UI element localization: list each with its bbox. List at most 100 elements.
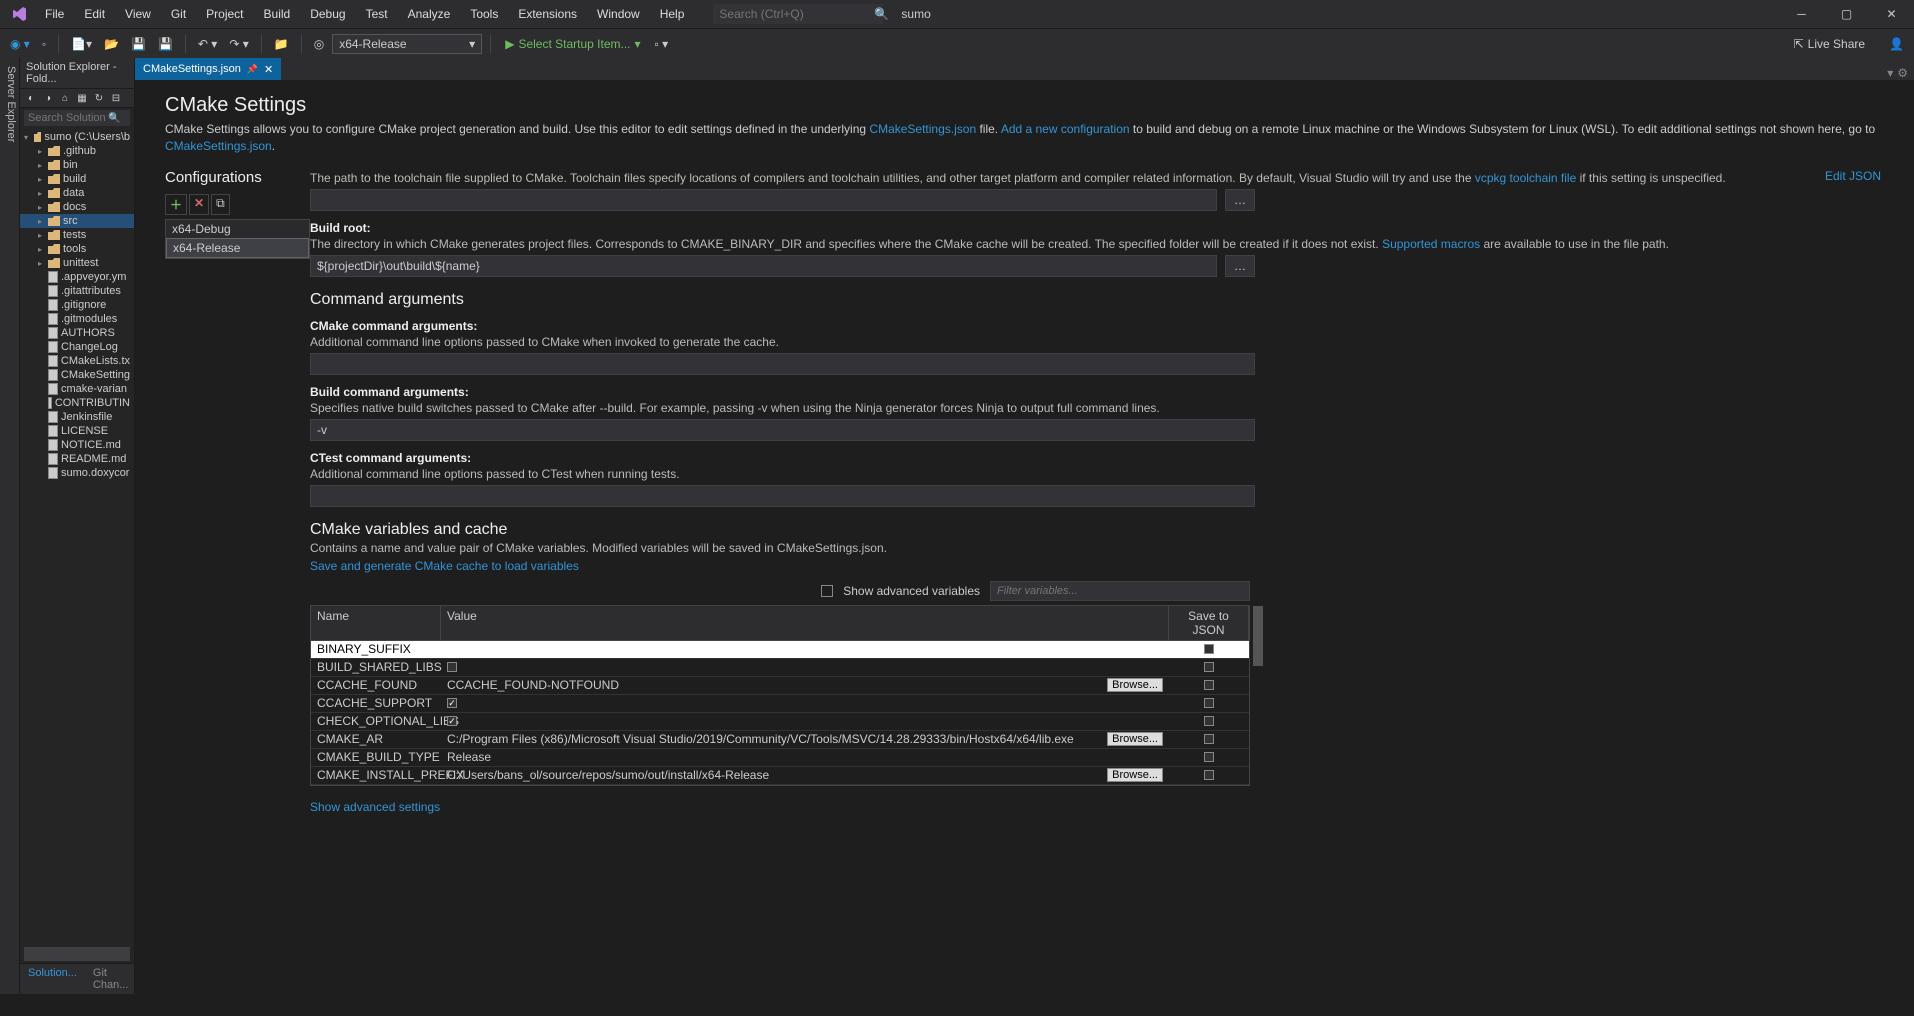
git-changes-tab[interactable]: Git Chan... bbox=[85, 964, 136, 994]
ctest-args-input[interactable] bbox=[310, 485, 1255, 507]
tab-dropdown-icon[interactable]: ▾ bbox=[1887, 66, 1893, 80]
tree-file[interactable]: README.md bbox=[20, 452, 134, 466]
save-checkbox[interactable] bbox=[1204, 662, 1214, 672]
start-button[interactable]: ▶ Select Startup Item... ▾ bbox=[499, 35, 646, 53]
tree-file[interactable]: Jenkinsfile bbox=[20, 410, 134, 424]
maximize-button[interactable]: ▢ bbox=[1824, 0, 1869, 28]
variable-row[interactable]: CCACHE_FOUNDCCACHE_FOUND-NOTFOUNDBrowse.… bbox=[311, 677, 1249, 695]
feedback-icon[interactable]: 👤 bbox=[1885, 35, 1908, 53]
save-checkbox[interactable] bbox=[1204, 716, 1214, 726]
folder-view-icon[interactable]: 📁 bbox=[270, 35, 293, 53]
menu-edit[interactable]: Edit bbox=[75, 3, 114, 25]
tree-file[interactable]: NOTICE.md bbox=[20, 438, 134, 452]
server-explorer-tab[interactable]: Server Explorer bbox=[3, 62, 19, 994]
menu-window[interactable]: Window bbox=[588, 3, 649, 25]
value-checkbox[interactable] bbox=[447, 698, 457, 708]
variable-row[interactable]: CMAKE_BUILD_TYPERelease bbox=[311, 749, 1249, 767]
menu-help[interactable]: Help bbox=[651, 3, 694, 25]
save-all-icon[interactable]: 💾 bbox=[154, 35, 177, 53]
pin-icon[interactable]: 📌 bbox=[247, 64, 258, 75]
solution-explorer-tab[interactable]: Solution... bbox=[20, 964, 85, 994]
variable-row[interactable]: CMAKE_INSTALL_PREFIXC:/Users/bans_ol/sou… bbox=[311, 767, 1249, 785]
menu-tools[interactable]: Tools bbox=[461, 3, 507, 25]
variable-row[interactable]: CMAKE_ARC:/Program Files (x86)/Microsoft… bbox=[311, 731, 1249, 749]
save-checkbox[interactable] bbox=[1204, 734, 1214, 744]
open-icon[interactable]: 📂 bbox=[100, 35, 123, 53]
value-checkbox[interactable] bbox=[447, 716, 457, 726]
refresh-icon[interactable]: ↻ bbox=[92, 91, 106, 105]
duplicate-config-button[interactable]: ⧉ bbox=[211, 194, 230, 215]
macros-link[interactable]: Supported macros bbox=[1382, 237, 1480, 251]
menu-view[interactable]: View bbox=[116, 3, 160, 25]
cmakesettings-link-2[interactable]: CMakeSettings.json bbox=[165, 139, 272, 153]
tab-settings-icon[interactable]: ⚙ bbox=[1897, 66, 1908, 80]
minimize-button[interactable]: ─ bbox=[1779, 0, 1824, 28]
tree-folder-build[interactable]: build bbox=[20, 172, 134, 186]
search-input[interactable] bbox=[719, 7, 874, 21]
add-config-button[interactable]: ＋ bbox=[165, 194, 187, 215]
menu-extensions[interactable]: Extensions bbox=[509, 3, 586, 25]
tree-file[interactable]: .gitignore bbox=[20, 298, 134, 312]
buildroot-browse-button[interactable]: … bbox=[1225, 255, 1255, 277]
search-box[interactable]: 🔍 bbox=[713, 4, 883, 24]
build-args-input[interactable] bbox=[310, 419, 1255, 441]
save-checkbox[interactable] bbox=[1204, 680, 1214, 690]
save-checkbox[interactable] bbox=[1204, 752, 1214, 762]
show-advanced-checkbox[interactable] bbox=[821, 585, 833, 597]
tree-file[interactable]: AUTHORS bbox=[20, 326, 134, 340]
buildroot-input[interactable] bbox=[310, 255, 1217, 277]
config-dropdown[interactable]: x64-Release▾ bbox=[332, 34, 482, 54]
explorer-search-input[interactable] bbox=[28, 112, 108, 124]
browse-button[interactable]: Browse... bbox=[1107, 768, 1163, 782]
tree-file[interactable]: LICENSE bbox=[20, 424, 134, 438]
browse-button[interactable]: Browse... bbox=[1107, 678, 1163, 692]
horizontal-scrollbar[interactable] bbox=[24, 947, 130, 961]
browse-button[interactable]: Browse... bbox=[1107, 732, 1163, 746]
value-checkbox[interactable] bbox=[447, 662, 457, 672]
variable-row[interactable]: CHECK_OPTIONAL_LIBS bbox=[311, 713, 1249, 731]
tree-folder-unittest[interactable]: unittest bbox=[20, 256, 134, 270]
tree-folder-src[interactable]: src bbox=[20, 214, 134, 228]
variable-row[interactable]: BINARY_SUFFIX bbox=[311, 641, 1249, 659]
tree-file[interactable]: CONTRIBUTIN bbox=[20, 396, 134, 410]
save-icon[interactable]: 💾 bbox=[127, 35, 150, 53]
edit-json-link[interactable]: Edit JSON bbox=[1825, 169, 1881, 183]
save-checkbox[interactable] bbox=[1204, 770, 1214, 780]
target-icon[interactable]: ◎ bbox=[310, 35, 328, 53]
close-button[interactable]: ✕ bbox=[1869, 0, 1914, 28]
config-item[interactable]: x64-Release bbox=[166, 238, 309, 258]
table-scrollbar[interactable] bbox=[1253, 606, 1263, 666]
tree-root[interactable]: sumo (C:\Users\b bbox=[20, 130, 134, 144]
menu-file[interactable]: File bbox=[36, 3, 73, 25]
tree-folder-data[interactable]: data bbox=[20, 186, 134, 200]
tree-folder-tests[interactable]: tests bbox=[20, 228, 134, 242]
save-checkbox[interactable] bbox=[1204, 698, 1214, 708]
switch-view-icon[interactable]: ▦ bbox=[75, 91, 89, 105]
new-item-icon[interactable]: 📄▾ bbox=[67, 35, 96, 53]
tree-folder-docs[interactable]: docs bbox=[20, 200, 134, 214]
tree-file[interactable]: sumo.doxycor bbox=[20, 466, 134, 480]
menu-analyze[interactable]: Analyze bbox=[399, 3, 460, 25]
menu-test[interactable]: Test bbox=[357, 3, 397, 25]
tree-file[interactable]: CMakeSetting bbox=[20, 368, 134, 382]
tree-file[interactable]: .gitmodules bbox=[20, 312, 134, 326]
advanced-settings-link[interactable]: Show advanced settings bbox=[310, 800, 440, 814]
tree-file[interactable]: CMakeLists.tx bbox=[20, 354, 134, 368]
variable-row[interactable]: CCACHE_SUPPORT bbox=[311, 695, 1249, 713]
tree-folder-bin[interactable]: bin bbox=[20, 158, 134, 172]
tree-file[interactable]: .appveyor.ym bbox=[20, 270, 134, 284]
file-tab[interactable]: CMakeSettings.json 📌 ✕ bbox=[135, 58, 281, 80]
filter-variables-input[interactable] bbox=[990, 581, 1250, 601]
menu-build[interactable]: Build bbox=[255, 3, 300, 25]
tab-close-icon[interactable]: ✕ bbox=[264, 63, 273, 76]
debug-target-icon[interactable]: ▫ ▾ bbox=[651, 35, 673, 53]
menu-project[interactable]: Project bbox=[197, 3, 252, 25]
nav-fwd-icon[interactable]: ◑ bbox=[41, 91, 55, 105]
tree-folder-tools[interactable]: tools bbox=[20, 242, 134, 256]
vcpkg-link[interactable]: vcpkg toolchain file bbox=[1475, 171, 1576, 185]
tree-file[interactable]: ChangeLog bbox=[20, 340, 134, 354]
forward-button[interactable]: ◦ bbox=[38, 35, 50, 53]
toolchain-input[interactable] bbox=[310, 189, 1217, 211]
tree-file[interactable]: cmake-varian bbox=[20, 382, 134, 396]
save-checkbox[interactable] bbox=[1204, 644, 1214, 654]
